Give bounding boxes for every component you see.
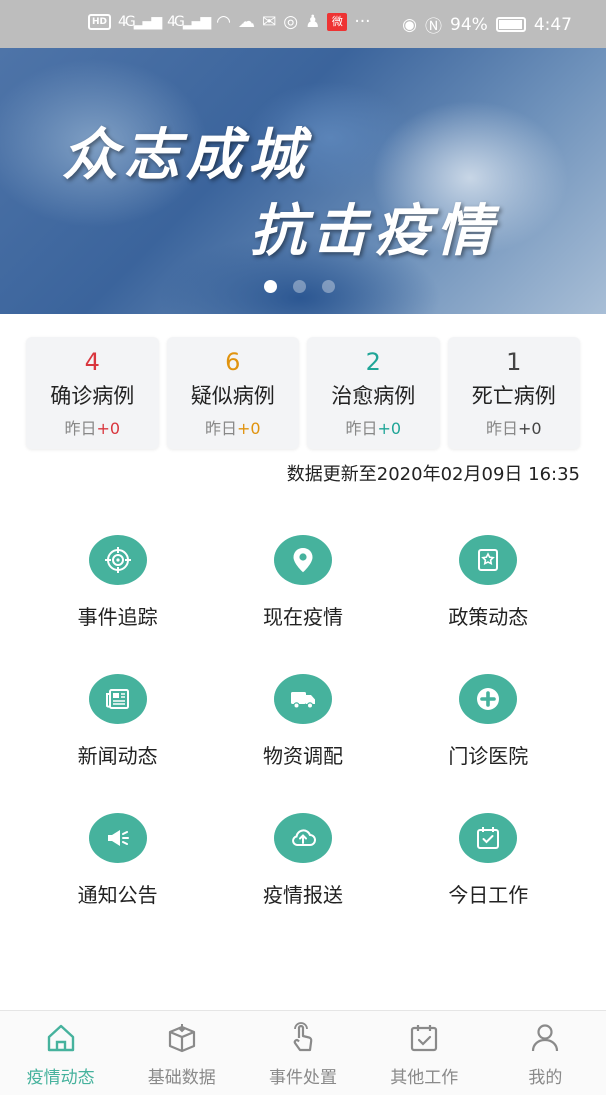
data-update-time: 数据更新至2020年02月09日 16:35	[286, 464, 580, 485]
battery-percent: 94%	[450, 14, 488, 35]
banner-title-line1: 众志成城	[62, 123, 310, 188]
carousel-dot[interactable]	[264, 280, 277, 293]
qq-icon: ♟	[305, 12, 321, 32]
cloud-upload-icon	[273, 813, 332, 863]
hd-icon: HD	[88, 14, 112, 30]
stat-value: 6	[225, 348, 241, 376]
menu-label: 物资调配	[262, 744, 343, 768]
medical-cross-icon	[459, 674, 518, 724]
target-icon	[88, 535, 147, 585]
user-icon	[532, 1024, 559, 1052]
status-left: HD 4G▂▄▆ 4G▂▄▆ ◠ ☁ ✉ ◎ ♟ 微 ···	[88, 12, 371, 32]
menu-label: 疫情报送	[262, 883, 343, 907]
nav-event-handling[interactable]: 事件处置	[242, 1011, 363, 1095]
nav-label: 事件处置	[269, 1068, 337, 1088]
menu-epidemic-report[interactable]: 疫情报送	[210, 813, 395, 908]
stat-value: 4	[84, 348, 100, 376]
function-grid: 事件追踪 现在疫情 政策动态 新闻动态 物资调配 门诊医院 通知公告 疫情报送 …	[25, 535, 581, 908]
menu-label: 新闻动态	[77, 744, 158, 768]
cloud-icon: ☁	[238, 12, 256, 32]
menu-notice[interactable]: 通知公告	[25, 813, 210, 908]
stat-label: 死亡病例	[471, 384, 556, 408]
calendar-check-icon	[459, 813, 518, 863]
menu-label: 事件追踪	[77, 605, 158, 629]
home-icon	[47, 1024, 74, 1052]
stat-yesterday: 昨日+0	[64, 419, 121, 438]
signal-icon-1: 4G▂▄▆	[118, 14, 162, 30]
menu-today-work[interactable]: 今日工作	[396, 813, 581, 908]
stat-yesterday: 昨日+0	[345, 419, 402, 438]
menu-event-tracking[interactable]: 事件追踪	[25, 535, 210, 630]
stat-delta: +0	[517, 419, 542, 438]
menu-policy-news[interactable]: 政策动态	[396, 535, 581, 630]
nav-mine[interactable]: 我的	[485, 1011, 606, 1095]
nav-label: 其他工作	[390, 1068, 459, 1088]
stat-card-confirmed[interactable]: 4 确诊病例 昨日+0	[26, 337, 159, 449]
menu-label: 通知公告	[77, 883, 158, 907]
wifi-icon: ◠	[216, 12, 232, 32]
menu-label: 门诊医院	[448, 744, 529, 768]
clock: 4:47	[533, 14, 572, 35]
more-icon: ···	[354, 12, 371, 32]
stat-value: 2	[365, 348, 381, 376]
stat-delta: +0	[96, 419, 121, 438]
stat-value: 1	[506, 348, 522, 376]
nfc-icon: Ⓝ	[425, 17, 443, 37]
nav-other-work[interactable]: 其他工作	[364, 1011, 485, 1095]
stat-yesterday: 昨日+0	[204, 419, 261, 438]
stat-label: 疑似病例	[190, 384, 275, 408]
newspaper-icon	[88, 674, 147, 724]
signal-icon-2: 4G▂▄▆	[167, 14, 211, 30]
hand-tap-icon	[293, 1022, 313, 1052]
stat-card-suspected[interactable]: 6 疑似病例 昨日+0	[166, 337, 299, 449]
policy-badge-icon	[459, 535, 518, 585]
battery-icon	[495, 17, 526, 32]
megaphone-icon	[88, 813, 147, 863]
truck-icon	[273, 674, 332, 724]
calendar-icon	[411, 1025, 438, 1052]
weibo-icon: 微	[327, 13, 348, 31]
stat-label: 治愈病例	[331, 384, 416, 408]
banner-title-line2: 抗击疫情	[250, 199, 498, 264]
bottom-navigation: 疫情动态 基础数据 事件处置 其他工作 我的	[0, 1010, 606, 1095]
menu-clinic-hospital[interactable]: 门诊医院	[396, 674, 581, 769]
stat-label: 确诊病例	[50, 384, 135, 408]
nav-epidemic-dynamics[interactable]: 疫情动态	[0, 1011, 121, 1095]
banner-carousel[interactable]: 众志成城 抗击疫情	[0, 48, 606, 314]
menu-label: 现在疫情	[262, 605, 343, 629]
menu-supplies[interactable]: 物资调配	[210, 674, 395, 769]
menu-news[interactable]: 新闻动态	[25, 674, 210, 769]
location-pin-icon	[273, 535, 332, 585]
stat-card-cured[interactable]: 2 治愈病例 昨日+0	[307, 337, 440, 449]
carousel-indicator	[264, 280, 335, 293]
eye-icon: ◉	[402, 14, 418, 35]
menu-current-epidemic[interactable]: 现在疫情	[210, 535, 395, 630]
check-circle-icon: ◎	[283, 12, 299, 32]
carousel-dot[interactable]	[293, 280, 306, 293]
stat-card-deaths[interactable]: 1 死亡病例 昨日+0	[447, 337, 580, 449]
stat-delta: +0	[377, 419, 402, 438]
nav-basic-data[interactable]: 基础数据	[121, 1011, 242, 1095]
stat-delta: +0	[236, 419, 261, 438]
carousel-dot[interactable]	[322, 280, 335, 293]
menu-label: 今日工作	[448, 883, 529, 907]
stat-yesterday: 昨日+0	[485, 419, 542, 438]
stats-panel: 4 确诊病例 昨日+0 6 疑似病例 昨日+0 2 治愈病例 昨日+0 1 死亡…	[26, 337, 580, 449]
status-right: ◉ Ⓝ 94% 4:47	[402, 12, 572, 38]
status-bar: HD 4G▂▄▆ 4G▂▄▆ ◠ ☁ ✉ ◎ ♟ 微 ··· ◉ Ⓝ 94% 4…	[0, 0, 606, 48]
menu-label: 政策动态	[448, 605, 529, 629]
box-icon	[168, 1024, 195, 1053]
wechat-icon: ✉	[262, 12, 277, 32]
nav-label: 基础数据	[147, 1068, 216, 1088]
nav-label: 我的	[528, 1068, 563, 1088]
nav-label: 疫情动态	[26, 1068, 95, 1088]
